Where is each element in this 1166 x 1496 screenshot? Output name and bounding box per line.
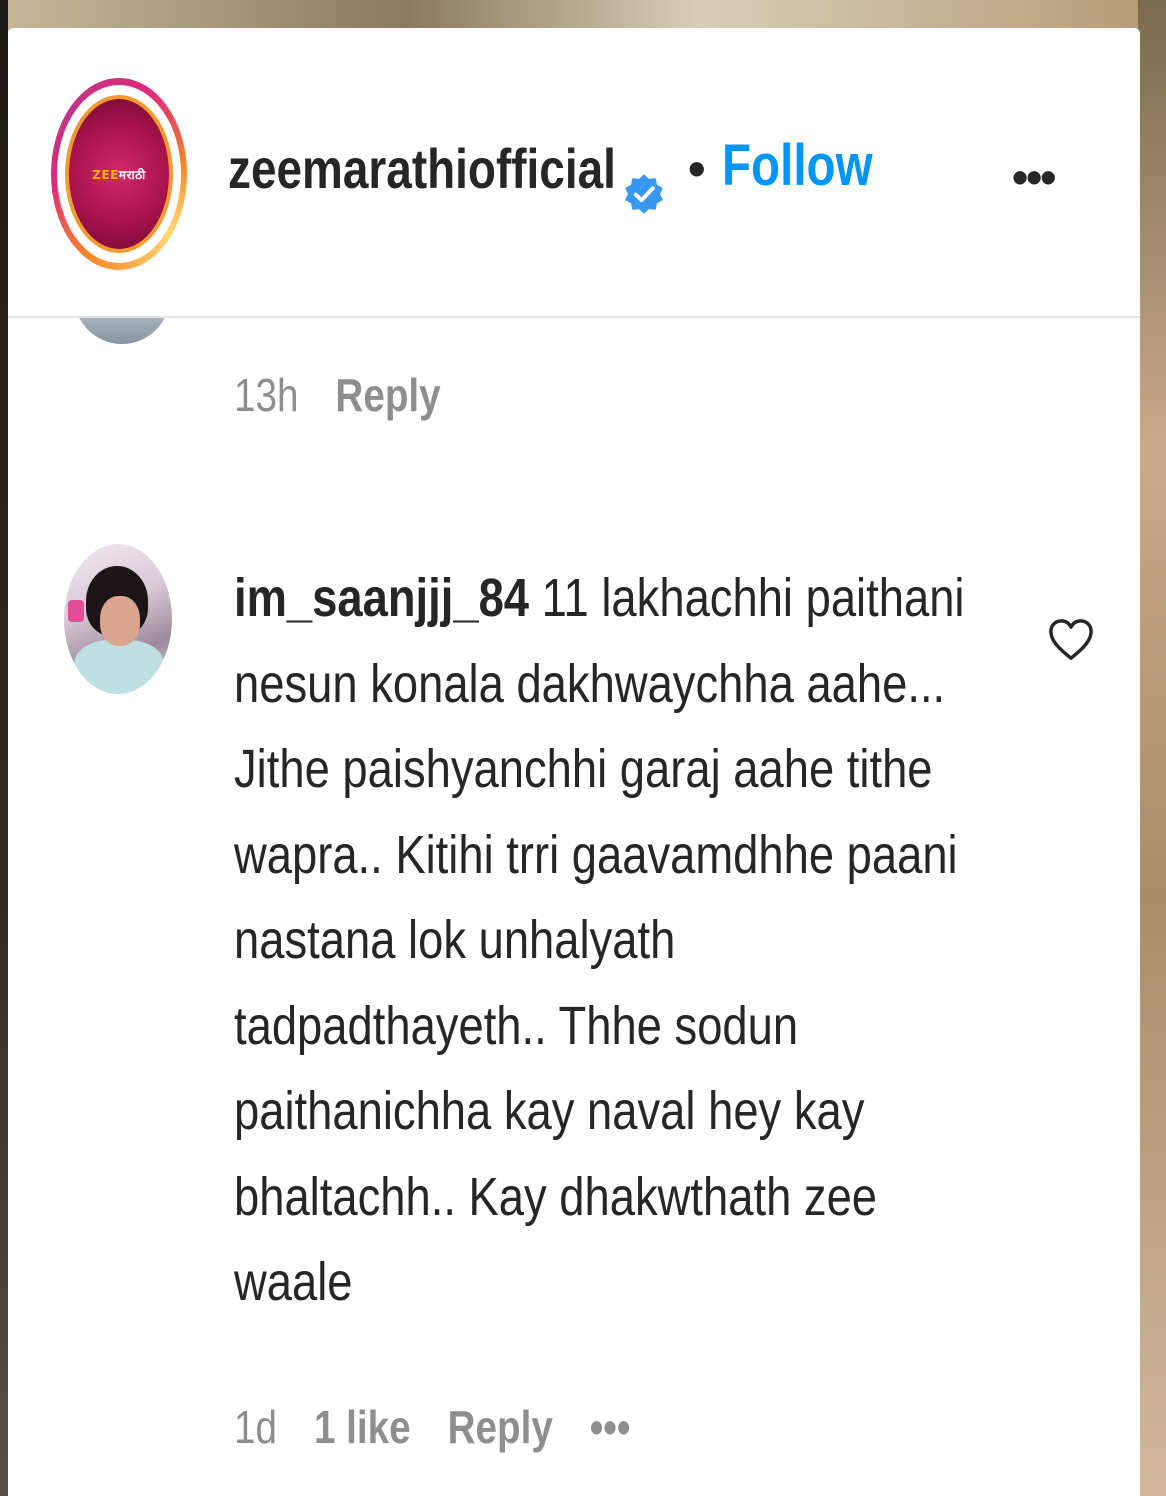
avatar-shirt <box>74 640 164 694</box>
comment-timestamp: 1d <box>234 1401 277 1453</box>
avatar-face <box>100 596 140 646</box>
comment-more-options-icon[interactable]: ••• <box>590 1400 631 1454</box>
post-author-username[interactable]: zeemarathiofficial <box>228 136 616 201</box>
more-options-icon[interactable]: ••• <box>1012 150 1056 204</box>
background-top <box>0 0 1166 30</box>
comment-timestamp: 13h <box>234 369 299 421</box>
reply-button[interactable]: Reply <box>448 1400 553 1454</box>
zee-marathi-logo: ZEEमराठी <box>65 95 173 253</box>
logo-prefix: ZEE <box>92 167 119 182</box>
reply-button[interactable]: Reply <box>335 368 440 422</box>
likes-count[interactable]: 1 like <box>314 1400 411 1454</box>
profile-avatar[interactable]: ZEEमराठी <box>51 78 187 270</box>
comment-text: 11 lakhachhi paithani nesun konala dakhw… <box>234 568 965 1312</box>
comment-meta: 1d 1 like Reply ••• <box>234 1400 667 1454</box>
heart-outline-icon[interactable] <box>1048 618 1094 662</box>
post-header: ZEEमराठी zeemarathiofficial • Follow ••• <box>8 28 1140 318</box>
instagram-post-card: ZEEमराठी zeemarathiofficial • Follow •••… <box>8 28 1140 1496</box>
commenter-avatar[interactable] <box>64 544 172 694</box>
logo-text: ZEEमराठी <box>92 166 145 183</box>
avatar-ring: ZEEमराठी <box>57 85 181 263</box>
previous-comment-meta: 13h Reply <box>234 368 478 422</box>
avatar-accent <box>68 600 84 622</box>
verified-badge-icon <box>625 174 663 214</box>
separator-dot: • <box>688 141 706 197</box>
background-left <box>0 0 8 1496</box>
comment-body: im_saanjjj_84 11 lakhachhi paithani nesu… <box>234 556 998 1326</box>
commenter-username[interactable]: im_saanjjj_84 <box>234 568 529 628</box>
background-right <box>1138 0 1166 1496</box>
logo-suffix: मराठी <box>118 167 146 182</box>
follow-button[interactable]: Follow <box>722 132 873 199</box>
